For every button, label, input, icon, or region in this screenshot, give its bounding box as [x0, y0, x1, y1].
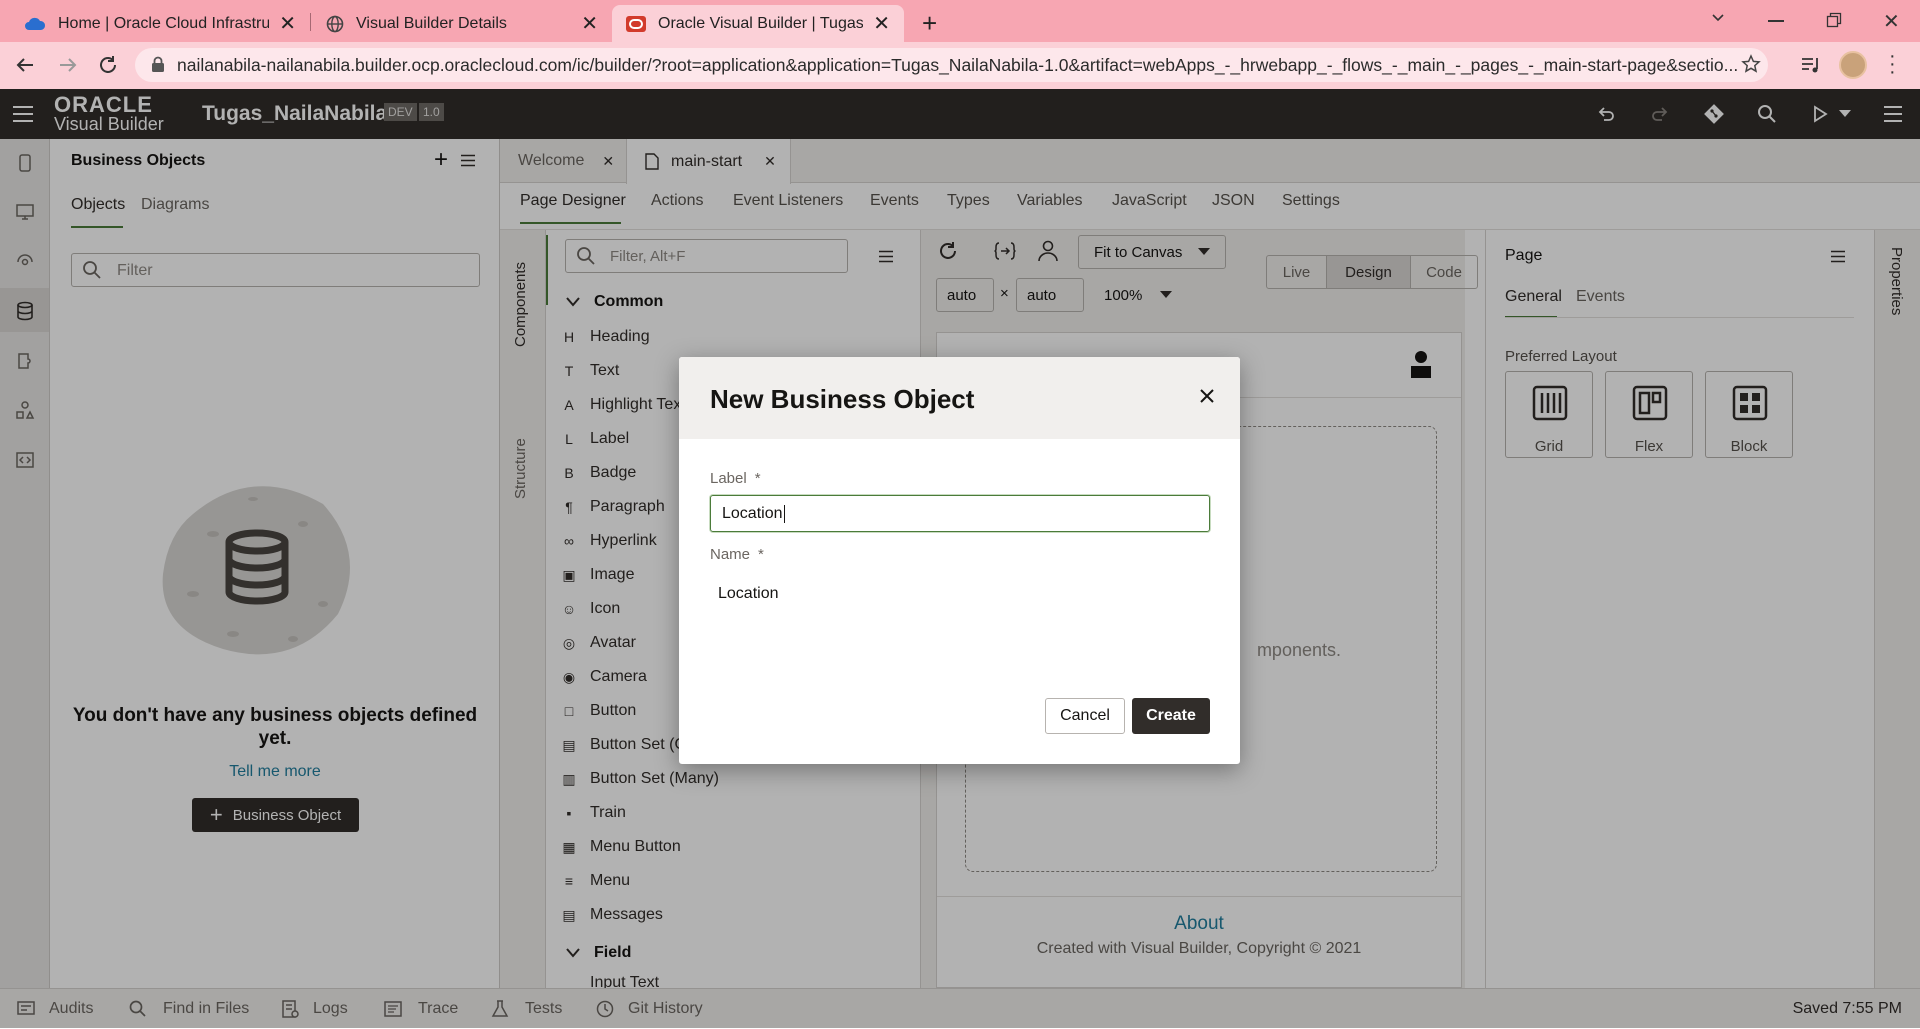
field-label-text: Name [710, 546, 751, 563]
cloud-icon [25, 17, 46, 30]
url-text: nailanabila-nailanabila.builder.ocp.orac… [177, 54, 1739, 75]
new-tab-icon[interactable]: + [922, 8, 937, 39]
required-mark: * [754, 470, 761, 487]
tab-title: Visual Builder Details [356, 14, 507, 32]
address-bar[interactable]: nailanabila-nailanabila.builder.ocp.orac… [135, 48, 1768, 82]
name-field-label: Name * [710, 546, 764, 563]
restore-icon[interactable] [1826, 12, 1842, 28]
dialog-title: New Business Object [710, 384, 975, 414]
close-tab-icon[interactable]: ✕ [873, 11, 890, 36]
tab-search-icon[interactable] [1710, 9, 1726, 25]
new-business-object-dialog: New Business Object Label * Location Nam… [679, 357, 1240, 764]
browser-menu-icon[interactable]: · · · [1889, 46, 1896, 82]
browser-toolbar: nailanabila-nailanabila.builder.ocp.orac… [0, 42, 1920, 89]
tab-title: Oracle Visual Builder | Tugas_Nai [658, 14, 864, 32]
back-icon[interactable] [14, 54, 36, 76]
browser-tab-vb-details[interactable]: Visual Builder Details ✕ [312, 5, 612, 42]
close-tab-icon[interactable]: ✕ [581, 11, 598, 36]
browser-tab-bar: Home | Oracle Cloud Infrastructu ✕ Visua… [0, 0, 1920, 42]
minimize-icon[interactable] [1768, 20, 1784, 22]
globe-icon [326, 15, 344, 32]
browser-tab-oracle-vb[interactable]: Oracle Visual Builder | Tugas_Nai ✕ [612, 5, 904, 42]
bookmark-star-icon[interactable] [1741, 54, 1761, 74]
profile-avatar[interactable] [1839, 51, 1867, 79]
name-value[interactable]: Location [718, 585, 779, 603]
forward-icon[interactable] [57, 54, 79, 76]
create-button[interactable]: Create [1132, 698, 1210, 734]
reload-icon[interactable] [97, 54, 119, 76]
oracle-icon [626, 15, 646, 32]
text-cursor [783, 504, 785, 523]
input-value: Location [722, 504, 783, 522]
close-icon[interactable] [1199, 388, 1215, 404]
cancel-button[interactable]: Cancel [1045, 698, 1125, 734]
field-label-text: Label [710, 470, 747, 487]
media-icon[interactable] [1800, 55, 1822, 75]
close-window-icon[interactable]: ✕ [1883, 9, 1900, 34]
browser-tab-oci-home[interactable]: Home | Oracle Cloud Infrastructu ✕ [10, 5, 310, 42]
required-mark: * [758, 546, 764, 563]
lock-icon [151, 56, 165, 73]
close-tab-icon[interactable]: ✕ [279, 11, 296, 36]
tab-title: Home | Oracle Cloud Infrastructu [58, 14, 270, 32]
label-input[interactable]: Location [710, 495, 1210, 532]
label-field-label: Label * [710, 470, 761, 487]
